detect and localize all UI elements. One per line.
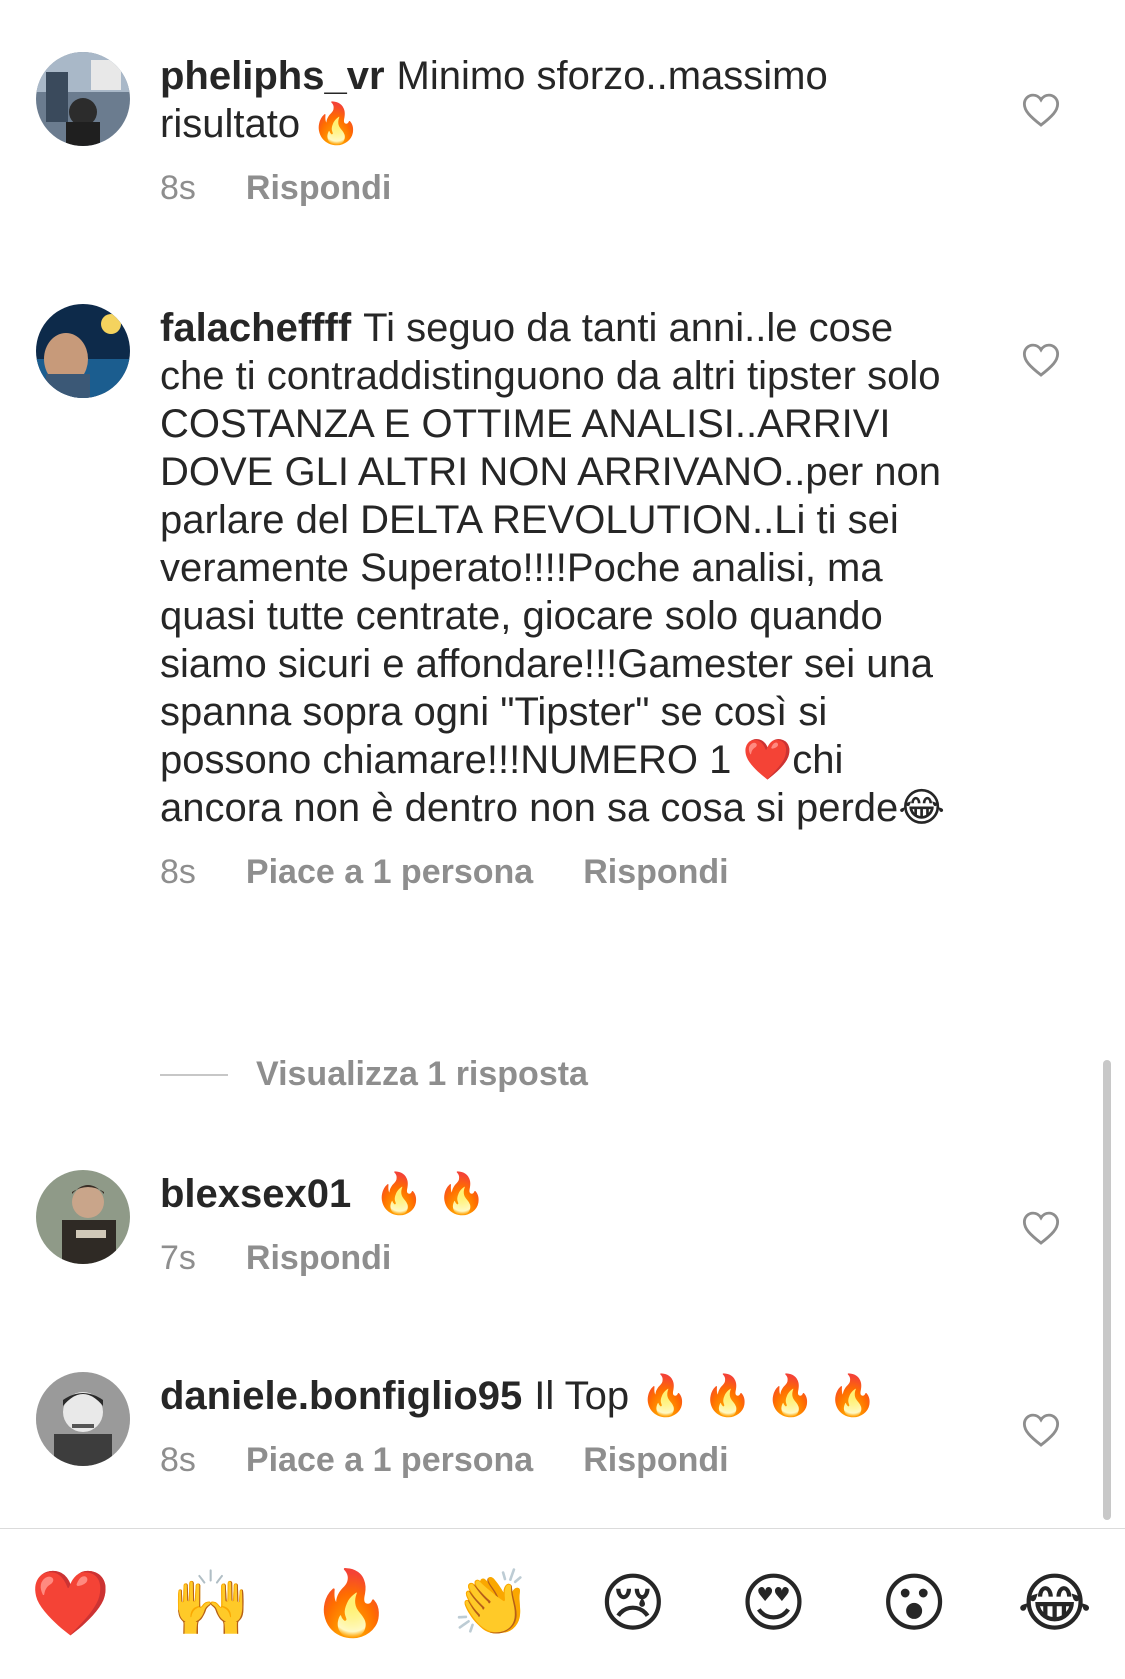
reply-button[interactable]: Rispondi [246,1238,391,1278]
quick-reactions-bar: ❤️ 🙌 🔥 👏 😢 😍 😮 😂 [0,1528,1125,1679]
comment-meta: 8s Piace a 1 persona Rispondi [160,852,960,892]
comment-body: falacheffff Ti seguo da tanti anni..le co… [160,304,960,892]
comment-text: pheliphs_vr Minimo sforzo..massimo risult… [160,52,960,148]
laughing-emoji: 😂 [898,785,946,831]
raising-hands-reaction[interactable]: 🙌 [168,1561,254,1647]
comment-time: 8s [160,853,196,891]
comment-username[interactable]: blexsex01 [160,1172,351,1216]
comment-text: daniele.bonfiglio95 Il Top 🔥 🔥 🔥 🔥 [160,1372,960,1420]
clapping-hands-reaction[interactable]: 👏 [449,1561,535,1647]
surprised-face-reaction[interactable]: 😮 [871,1561,957,1647]
avatar[interactable] [36,1170,130,1264]
comment-time: 8s [160,169,196,207]
avatar[interactable] [36,1372,130,1466]
view-replies-button[interactable]: Visualizza 1 risposta [160,1055,588,1094]
comment-body: blexsex01 🔥 🔥 7s Rispondi [160,1170,960,1278]
replies-divider-line [160,1073,228,1076]
comment-text: blexsex01 🔥 🔥 [160,1170,960,1218]
comment-message: Il Top [534,1374,630,1418]
view-replies-label: Visualizza 1 risposta [256,1055,588,1093]
comment-meta: 8s Rispondi [160,168,960,208]
crying-face-reaction[interactable]: 😢 [590,1561,676,1647]
comment-time: 7s [160,1239,196,1277]
reply-button[interactable]: Rispondi [583,1440,728,1480]
comment-username[interactable]: pheliphs_vr [160,54,385,98]
scrollbar[interactable] [1103,1060,1111,1520]
comment-text: falacheffff Ti seguo da tanti anni..le co… [160,304,960,832]
comment-meta: 7s Rispondi [160,1238,960,1278]
fire-emoji: 🔥 [311,101,361,147]
laughing-tears-reaction[interactable]: 😂 [1012,1561,1098,1647]
heart-emoji: ❤️ [742,737,793,783]
heart-outline-icon[interactable] [1022,1412,1060,1448]
likes-count-link[interactable]: Piace a 1 persona [246,852,533,892]
reply-button[interactable]: Rispondi [246,168,391,208]
comment-time: 8s [160,1441,196,1479]
avatar[interactable] [36,304,130,398]
comment-body: daniele.bonfiglio95 Il Top 🔥 🔥 🔥 🔥 8s Pia… [160,1372,960,1480]
heart-outline-icon[interactable] [1022,342,1060,378]
comment-message: Ti seguo da tanti anni..le cose che ti c… [160,306,941,782]
fire-reaction[interactable]: 🔥 [309,1561,395,1647]
comment-meta: 8s Piace a 1 persona Rispondi [160,1440,960,1480]
heart-outline-icon[interactable] [1022,92,1060,128]
heart-eyes-reaction[interactable]: 😍 [730,1561,816,1647]
comment-username[interactable]: daniele.bonfiglio95 [160,1374,522,1418]
comment-body: pheliphs_vr Minimo sforzo..massimo risult… [160,52,960,208]
reply-button[interactable]: Rispondi [583,852,728,892]
heart-outline-icon[interactable] [1022,1210,1060,1246]
avatar[interactable] [36,52,130,146]
fire-emoji: 🔥 🔥 🔥 🔥 [640,1373,878,1419]
comment-username[interactable]: falacheffff [160,306,351,350]
fire-emoji: 🔥 🔥 [374,1171,487,1217]
likes-count-link[interactable]: Piace a 1 persona [246,1440,533,1480]
red-heart-reaction[interactable]: ❤️ [27,1561,113,1647]
